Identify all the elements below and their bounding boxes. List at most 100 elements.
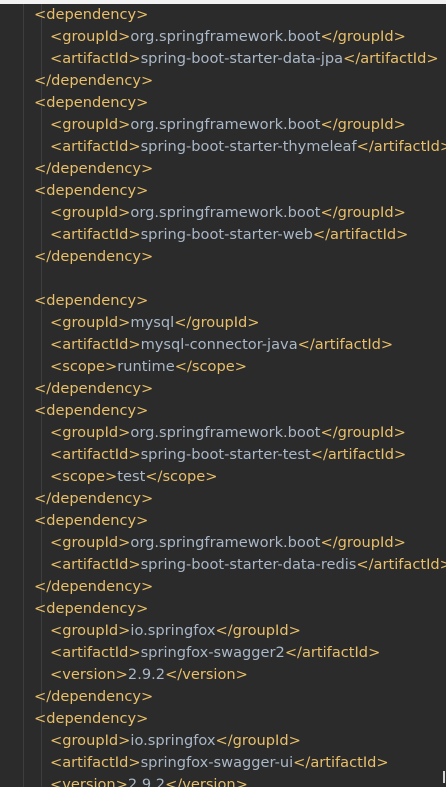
- xml-tag: </groupId>: [215, 732, 301, 749]
- xml-tag: <dependency>: [34, 6, 149, 23]
- code-line[interactable]: </dependency>: [34, 246, 153, 268]
- code-line[interactable]: </dependency>: [34, 70, 153, 92]
- code-line[interactable]: <artifactId>spring-boot-starter-thymelea…: [50, 136, 446, 158]
- xml-tag: </scope>: [174, 358, 247, 375]
- code-line[interactable]: <scope>runtime</scope>: [50, 356, 247, 378]
- code-line[interactable]: <groupId>org.springframework.boot</group…: [50, 114, 406, 136]
- xml-tag: </groupId>: [320, 534, 406, 551]
- xml-value: test: [117, 468, 146, 485]
- code-line[interactable]: <scope>test</scope>: [50, 466, 217, 488]
- code-line[interactable]: <groupId>org.springframework.boot</group…: [50, 202, 406, 224]
- xml-tag: </artifactId>: [343, 50, 439, 67]
- xml-tag: <dependency>: [34, 710, 149, 727]
- code-line[interactable]: <groupId>io.springfox</groupId>: [50, 730, 301, 752]
- xml-tag: </dependency>: [34, 380, 154, 397]
- xml-tag: <artifactId>: [50, 336, 141, 353]
- xml-tag: <groupId>: [50, 534, 131, 551]
- xml-tag: <dependency>: [34, 292, 149, 309]
- xml-tag: <artifactId>: [50, 754, 141, 771]
- code-line[interactable]: <dependency>: [34, 708, 148, 730]
- xml-tag: </groupId>: [320, 116, 406, 133]
- xml-tag: <groupId>: [50, 28, 131, 45]
- xml-tag: </dependency>: [34, 490, 154, 507]
- code-line[interactable]: <artifactId>springfox-swagger-ui</artifa…: [50, 752, 389, 774]
- code-line[interactable]: <artifactId>spring-boot-starter-web</art…: [50, 224, 408, 246]
- xml-tag: </dependency>: [34, 578, 154, 595]
- code-line[interactable]: <dependency>: [34, 598, 148, 620]
- xml-tag: </groupId>: [320, 28, 406, 45]
- xml-tag: </artifactId>: [297, 336, 394, 353]
- code-line[interactable]: <version>2.9.2</version>: [50, 664, 248, 686]
- xml-value: 2.9.2: [127, 666, 166, 683]
- xml-value: spring-boot-starter-thymeleaf: [140, 138, 357, 155]
- xml-tag: </dependency>: [34, 72, 154, 89]
- xml-tag: <groupId>: [50, 314, 131, 331]
- xml-tag: </groupId>: [320, 204, 406, 221]
- code-line[interactable]: <dependency>: [34, 510, 148, 532]
- code-line[interactable]: <dependency>: [34, 4, 148, 26]
- code-line[interactable]: <dependency>: [34, 290, 148, 312]
- xml-tag: </artifactId>: [312, 226, 409, 243]
- code-line[interactable]: </dependency>: [34, 576, 153, 598]
- xml-tag: </artifactId>: [356, 556, 446, 573]
- xml-tag: <groupId>: [50, 622, 131, 639]
- xml-tag: </artifactId>: [310, 446, 407, 463]
- code-line[interactable]: <groupId>org.springframework.boot</group…: [50, 422, 406, 444]
- xml-value: 2.9.2: [127, 776, 166, 787]
- xml-value: org.springframework.boot: [130, 28, 321, 45]
- xml-tag: <version>: [50, 666, 128, 683]
- code-line[interactable]: <dependency>: [34, 92, 148, 114]
- xml-value: mysql-connector-java: [140, 336, 298, 353]
- code-line[interactable]: <artifactId>springfox-swagger2</artifact…: [50, 642, 380, 664]
- xml-tag: </version>: [165, 666, 248, 683]
- code-line[interactable]: <groupId>org.springframework.boot</group…: [50, 532, 406, 554]
- code-line[interactable]: <dependency>: [34, 180, 148, 202]
- xml-value: io.springfox: [130, 622, 216, 639]
- xml-tag: <dependency>: [34, 512, 149, 529]
- code-line[interactable]: </dependency>: [34, 686, 153, 708]
- xml-value: mysql: [130, 314, 175, 331]
- xml-tag: <groupId>: [50, 204, 131, 221]
- xml-value: org.springframework.boot: [130, 204, 321, 221]
- xml-tag: <dependency>: [34, 94, 149, 111]
- xml-tag: <artifactId>: [50, 50, 141, 67]
- code-line[interactable]: <groupId>org.springframework.boot</group…: [50, 26, 406, 48]
- xml-tag: <dependency>: [34, 402, 149, 419]
- xml-tag: <dependency>: [34, 600, 149, 617]
- xml-tag: </artifactId>: [284, 644, 381, 661]
- code-line[interactable]: <artifactId>spring-boot-starter-data-jpa…: [50, 48, 439, 70]
- xml-tag: <dependency>: [34, 182, 149, 199]
- xml-tag: </dependency>: [34, 160, 154, 177]
- code-line[interactable]: </dependency>: [34, 158, 153, 180]
- code-editor[interactable]: <dependency> <groupId>org.springframework…: [0, 4, 446, 787]
- code-line[interactable]: </dependency>: [34, 378, 153, 400]
- xml-tag: <version>: [50, 776, 128, 787]
- xml-value: org.springframework.boot: [130, 424, 321, 441]
- code-line[interactable]: <artifactId>mysql-connector-java</artifa…: [50, 334, 393, 356]
- xml-tag: <artifactId>: [50, 446, 141, 463]
- xml-tag: </artifactId>: [356, 138, 446, 155]
- xml-tag: <groupId>: [50, 116, 131, 133]
- code-line[interactable]: <artifactId>spring-boot-starter-test</ar…: [50, 444, 406, 466]
- code-line[interactable]: </dependency>: [34, 488, 153, 510]
- xml-tag: <groupId>: [50, 424, 131, 441]
- xml-tag: </groupId>: [215, 622, 301, 639]
- xml-tag: </dependency>: [34, 248, 154, 265]
- xml-tag: <scope>: [50, 358, 118, 375]
- xml-value: org.springframework.boot: [130, 534, 321, 551]
- xml-tag: <groupId>: [50, 732, 131, 749]
- xml-tag: </groupId>: [320, 424, 406, 441]
- xml-tag: <artifactId>: [50, 226, 141, 243]
- xml-value: spring-boot-starter-data-redis: [140, 556, 357, 573]
- xml-tag: <scope>: [50, 468, 118, 485]
- xml-value: spring-boot-starter-web: [140, 226, 313, 243]
- xml-tag: <artifactId>: [50, 556, 141, 573]
- xml-tag: <artifactId>: [50, 138, 141, 155]
- xml-value: spring-boot-starter-data-jpa: [140, 50, 344, 67]
- code-line[interactable]: <groupId>io.springfox</groupId>: [50, 620, 301, 642]
- code-line[interactable]: <groupId>mysql</groupId>: [50, 312, 260, 334]
- xml-value: runtime: [117, 358, 175, 375]
- code-line[interactable]: <version>2.9.2</version>: [50, 774, 248, 787]
- code-line[interactable]: <artifactId>spring-boot-starter-data-red…: [50, 554, 446, 576]
- code-line[interactable]: <dependency>: [34, 400, 148, 422]
